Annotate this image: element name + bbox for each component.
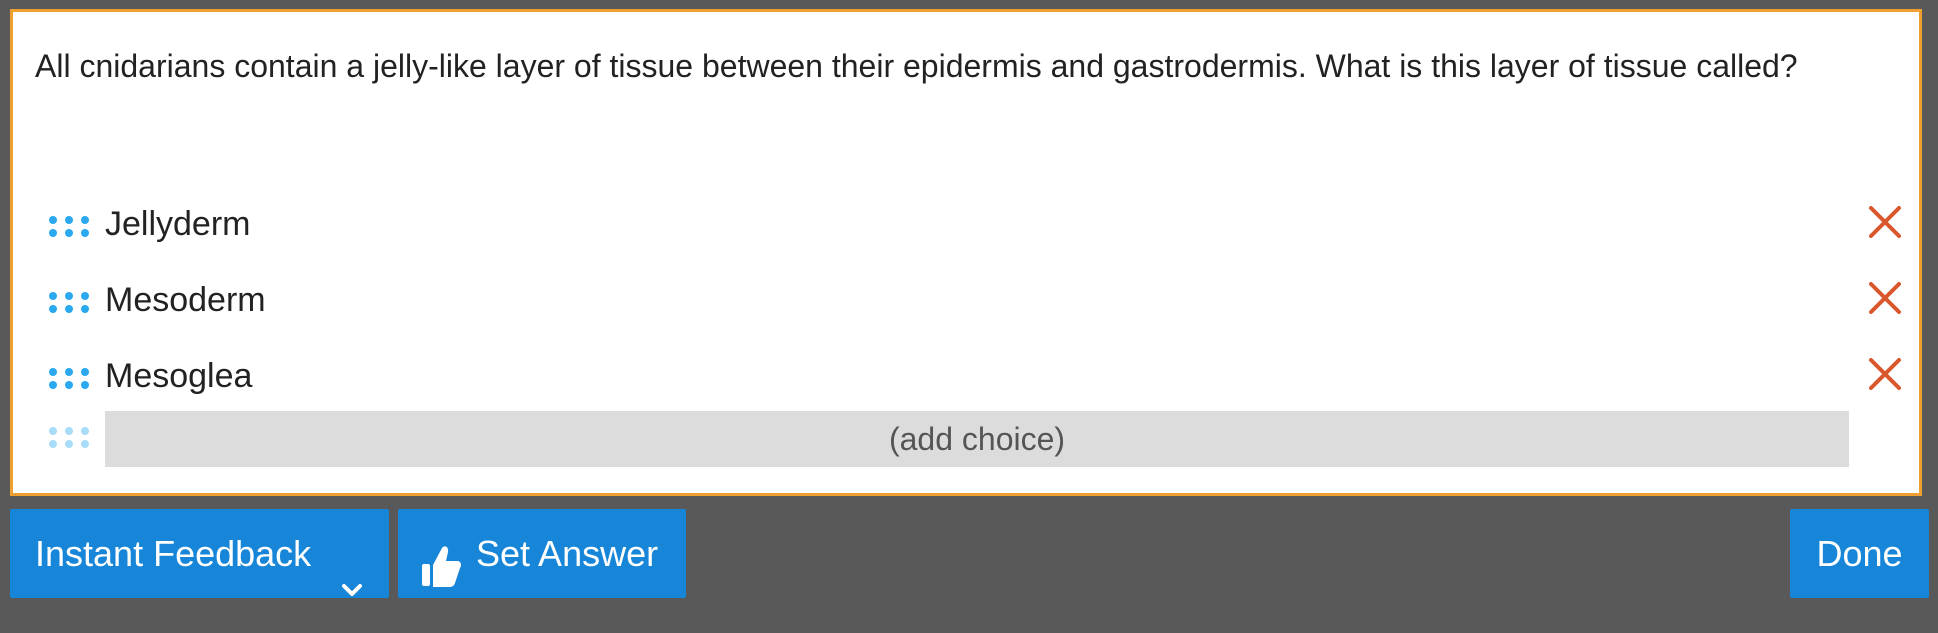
choice-label[interactable]: Jellyderm [105, 202, 250, 246]
drag-handle-icon[interactable] [49, 368, 93, 392]
add-choice-input[interactable]: (add choice) [105, 411, 1849, 467]
close-icon[interactable] [1867, 280, 1903, 316]
choice-row: Mesoderm [35, 270, 1915, 330]
instant-feedback-label: Instant Feedback [35, 533, 312, 574]
close-icon[interactable] [1867, 204, 1903, 240]
done-label: Done [1816, 533, 1903, 574]
close-icon[interactable] [1867, 356, 1903, 392]
question-text[interactable]: All cnidarians contain a jelly-like laye… [35, 38, 1895, 94]
thumbs-up-icon [420, 531, 462, 587]
chevron-down-icon [340, 544, 364, 596]
choice-label[interactable]: Mesoglea [105, 354, 252, 398]
question-card: All cnidarians contain a jelly-like laye… [10, 9, 1922, 496]
choice-row: Jellyderm [35, 194, 1915, 254]
done-button[interactable]: Done [1790, 509, 1929, 598]
drag-handle-icon[interactable] [49, 292, 93, 316]
drag-handle-icon [49, 427, 93, 451]
choice-label[interactable]: Mesoderm [105, 278, 266, 322]
instant-feedback-button[interactable]: Instant Feedback [10, 509, 389, 598]
set-answer-button[interactable]: Set Answer [398, 509, 686, 598]
add-choice-row: (add choice) [35, 411, 1915, 471]
set-answer-label: Set Answer [476, 533, 659, 574]
drag-handle-icon[interactable] [49, 216, 93, 240]
choice-row: Mesoglea [35, 346, 1915, 406]
